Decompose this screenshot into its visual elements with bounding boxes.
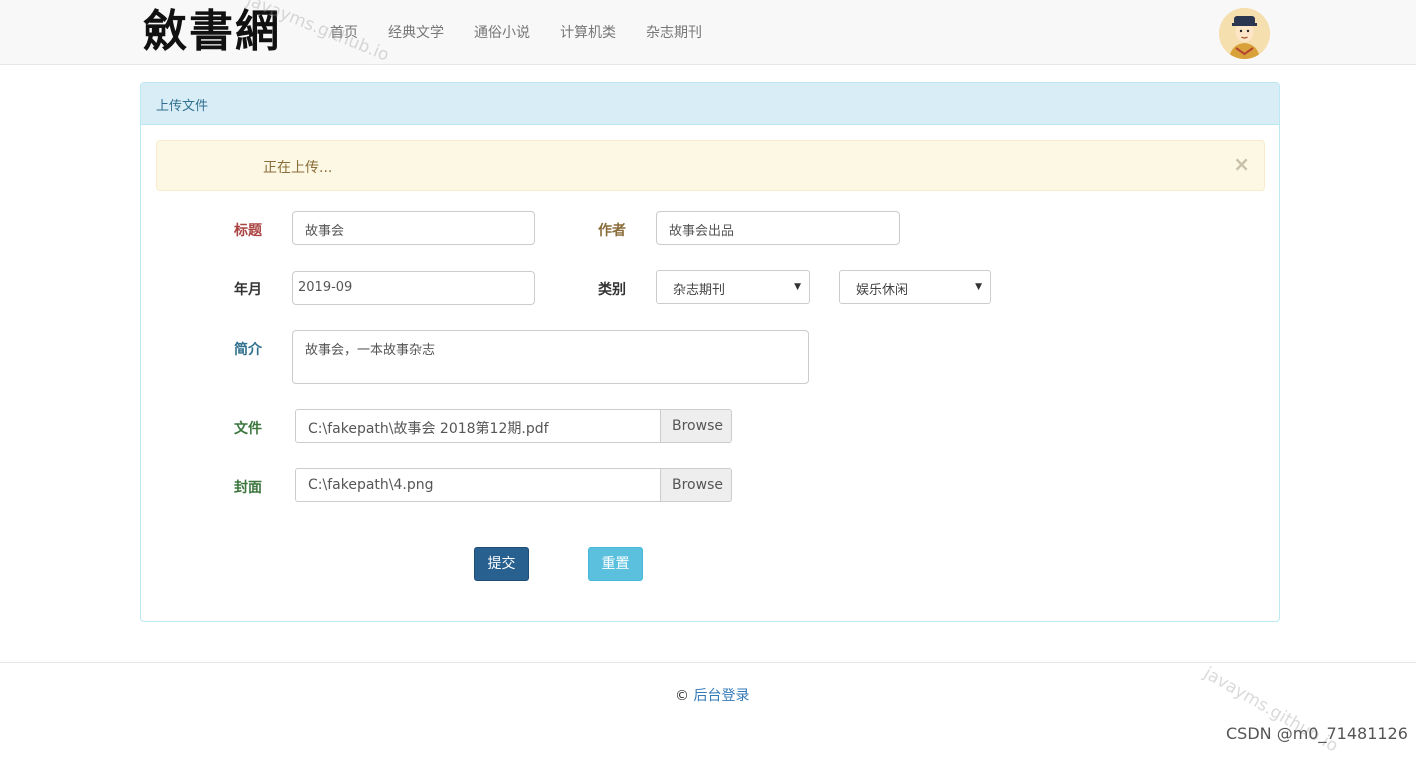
- intro-label: 简介: [234, 342, 262, 358]
- file-upload-group: C:\fakepath\故事会 2018第12期.pdf Browse: [295, 409, 732, 443]
- file-browse-button[interactable]: Browse: [660, 409, 732, 443]
- upload-panel: 上传文件 正在上传... × 标题 故事会 作者 故事会出品 年月 2019-0…: [140, 82, 1280, 622]
- file-label: 文件: [234, 421, 262, 437]
- upload-status-alert: 正在上传... ×: [156, 140, 1265, 191]
- alert-message: 正在上传...: [263, 160, 333, 176]
- csdn-watermark: CSDN @m0_71481126: [1226, 724, 1408, 743]
- category-selected: 杂志期刊: [673, 283, 726, 298]
- title-input[interactable]: 故事会: [292, 211, 535, 245]
- date-input[interactable]: 2019-09: [292, 271, 535, 305]
- author-input[interactable]: 故事会出品: [656, 211, 900, 245]
- category-label: 类别: [598, 282, 626, 298]
- author-label: 作者: [598, 223, 626, 239]
- subcategory-select[interactable]: 娱乐休闲 ▼: [839, 270, 991, 304]
- copyright-symbol: ©: [675, 688, 694, 704]
- chevron-down-icon: ▼: [975, 282, 982, 292]
- nav-item-popular-novels[interactable]: 通俗小说: [474, 22, 530, 42]
- cover-path-field[interactable]: C:\fakepath\4.png: [295, 468, 661, 502]
- category-select[interactable]: 杂志期刊 ▼: [656, 270, 810, 304]
- cover-label: 封面: [234, 480, 262, 496]
- reset-button[interactable]: 重置: [588, 547, 643, 581]
- user-avatar[interactable]: [1219, 8, 1270, 59]
- date-label: 年月: [234, 282, 262, 298]
- subcategory-selected: 娱乐休闲: [856, 283, 909, 298]
- admin-login-link[interactable]: 后台登录: [693, 688, 749, 704]
- cover-upload-group: C:\fakepath\4.png Browse: [295, 468, 732, 502]
- cover-browse-button[interactable]: Browse: [660, 468, 732, 502]
- close-icon[interactable]: ×: [1233, 154, 1250, 174]
- chevron-down-icon: ▼: [794, 282, 801, 292]
- title-label: 标题: [234, 223, 262, 239]
- footer-admin-login: © 后台登录: [675, 685, 749, 705]
- site-logo[interactable]: 斂書網: [143, 6, 281, 58]
- file-path-field[interactable]: C:\fakepath\故事会 2018第12期.pdf: [295, 409, 661, 443]
- panel-heading: 上传文件: [141, 83, 1279, 125]
- submit-button[interactable]: 提交: [474, 547, 529, 581]
- footer: © 后台登录: [0, 662, 1416, 752]
- intro-textarea[interactable]: 故事会，一本故事杂志: [292, 330, 809, 384]
- navbar: 斂書網 首页 经典文学 通俗小说 计算机类 杂志期刊: [0, 0, 1416, 65]
- nav-item-magazines[interactable]: 杂志期刊: [646, 22, 702, 42]
- nav-item-home[interactable]: 首页: [330, 22, 358, 42]
- nav-item-classic-literature[interactable]: 经典文学: [388, 22, 444, 42]
- nav-item-computer[interactable]: 计算机类: [560, 22, 616, 42]
- avatar-illustration-icon: [1219, 8, 1270, 59]
